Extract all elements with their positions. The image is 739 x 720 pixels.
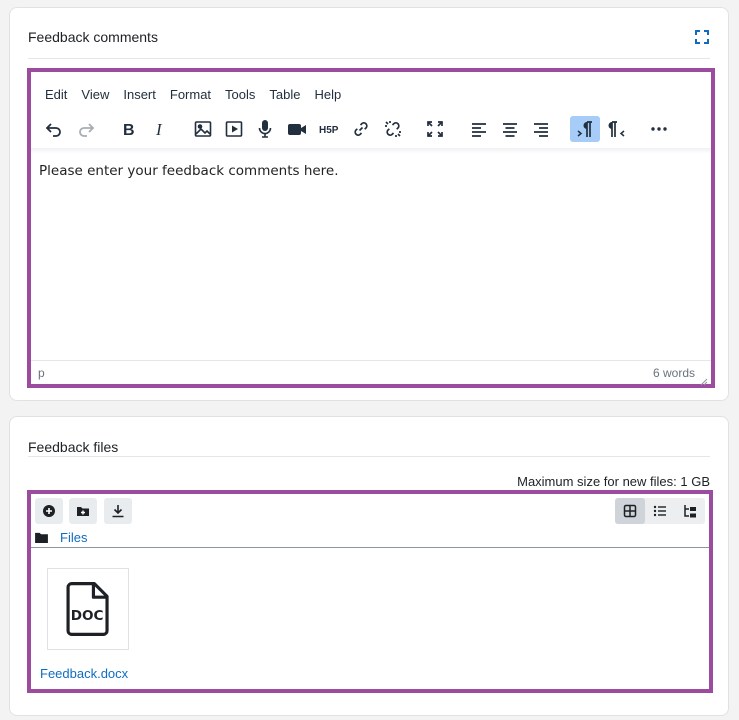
unlink-icon: [385, 121, 401, 137]
menu-insert[interactable]: Insert: [116, 87, 163, 103]
feedback-comments-title: Feedback comments: [28, 29, 158, 45]
editor-menubar: Edit View Insert Format Tools Table Help: [45, 87, 348, 103]
align-left-button[interactable]: [464, 116, 494, 142]
view-list-button[interactable]: [645, 498, 675, 524]
editor-statusbar: p 6 words: [31, 360, 711, 386]
max-file-size-label: Maximum size for new files: 1 GB: [517, 474, 710, 489]
svg-text:I: I: [155, 120, 163, 139]
microphone-icon: [258, 120, 272, 138]
grid-view-icon: [623, 504, 637, 518]
file-name-link[interactable]: Feedback.docx: [40, 666, 128, 681]
bold-icon: B: [123, 122, 135, 139]
rtl-paragraph-icon: [608, 121, 625, 137]
h5p-button[interactable]: H5P: [314, 116, 344, 142]
download-all-button[interactable]: [104, 498, 132, 524]
menu-view[interactable]: View: [74, 87, 116, 103]
more-horizontal-icon: [651, 127, 667, 131]
unlink-button[interactable]: [378, 116, 408, 142]
rtl-direction-button[interactable]: [602, 116, 632, 142]
menu-format[interactable]: Format: [163, 87, 218, 103]
editor-toolbar: B I H5P: [39, 116, 703, 148]
view-mode-switcher: [615, 498, 705, 524]
feedback-comments-card: Feedback comments Edit View Insert Forma…: [9, 7, 729, 401]
add-file-button[interactable]: [35, 498, 63, 524]
redo-button[interactable]: [71, 116, 101, 142]
file-manager: Files DOC Feedback.docx: [27, 490, 713, 693]
folder-plus-icon: [77, 507, 89, 516]
element-path[interactable]: p: [38, 366, 45, 380]
feedback-files-title: Feedback files: [28, 439, 119, 455]
view-icons-button[interactable]: [615, 498, 645, 524]
fullscreen-icon: [427, 121, 443, 137]
video-camera-icon: [288, 124, 306, 135]
resize-handle-icon[interactable]: [700, 373, 708, 386]
tree-view-icon: [684, 505, 696, 518]
doc-icon-label: DOC: [71, 608, 104, 624]
add-circle-icon: [43, 505, 55, 517]
file-path-breadcrumb: Files: [35, 527, 87, 547]
link-button[interactable]: [346, 116, 376, 142]
folder-icon: [35, 532, 48, 543]
feedback-comments-header: Feedback comments: [28, 29, 710, 59]
menu-tools[interactable]: Tools: [218, 87, 262, 103]
align-center-button[interactable]: [495, 116, 525, 142]
svg-text:B: B: [123, 122, 135, 139]
undo-button[interactable]: [39, 116, 69, 142]
feedback-files-card: Feedback files Maximum size for new file…: [9, 416, 729, 716]
image-icon: [194, 121, 212, 137]
download-icon: [112, 505, 124, 518]
record-audio-button[interactable]: [250, 116, 280, 142]
italic-button[interactable]: I: [145, 116, 175, 142]
ltr-direction-button[interactable]: [570, 116, 600, 142]
path-divider: [31, 547, 709, 548]
more-options-button[interactable]: [644, 116, 674, 142]
editor-content-text[interactable]: Please enter your feedback comments here…: [39, 163, 339, 179]
ltr-paragraph-icon: [577, 121, 592, 137]
editor-content-area[interactable]: Please enter your feedback comments here…: [35, 154, 707, 362]
files-root-link[interactable]: Files: [60, 530, 87, 545]
fullscreen-expand-icon[interactable]: [694, 29, 710, 45]
file-thumbnail[interactable]: DOC: [47, 568, 129, 650]
fullscreen-button[interactable]: [420, 116, 450, 142]
word-count: 6 words: [652, 366, 695, 380]
feedback-files-header: Feedback files: [28, 439, 710, 457]
menu-edit[interactable]: Edit: [45, 87, 74, 103]
bold-button[interactable]: B: [113, 116, 143, 142]
media-play-icon: [225, 121, 243, 137]
record-video-button[interactable]: [282, 116, 312, 142]
menu-help[interactable]: Help: [307, 87, 348, 103]
list-view-icon: [653, 505, 666, 517]
media-button[interactable]: [219, 116, 249, 142]
undo-icon: [45, 123, 61, 137]
doc-file-icon: DOC: [66, 582, 109, 636]
svg-text:H5P: H5P: [319, 125, 339, 136]
align-right-icon: [534, 123, 548, 137]
create-folder-button[interactable]: [69, 498, 97, 524]
align-left-icon: [472, 123, 486, 137]
rich-text-editor: Edit View Insert Format Tools Table Help…: [27, 68, 715, 388]
italic-icon: I: [155, 120, 163, 139]
link-icon: [354, 122, 368, 136]
menu-table[interactable]: Table: [262, 87, 307, 103]
align-center-icon: [503, 123, 517, 137]
align-right-button[interactable]: [526, 116, 556, 142]
image-button[interactable]: [188, 116, 218, 142]
h5p-icon: H5P: [319, 125, 339, 136]
file-manager-toolbar: [35, 498, 705, 524]
redo-icon: [79, 123, 95, 137]
view-tree-button[interactable]: [675, 498, 705, 524]
